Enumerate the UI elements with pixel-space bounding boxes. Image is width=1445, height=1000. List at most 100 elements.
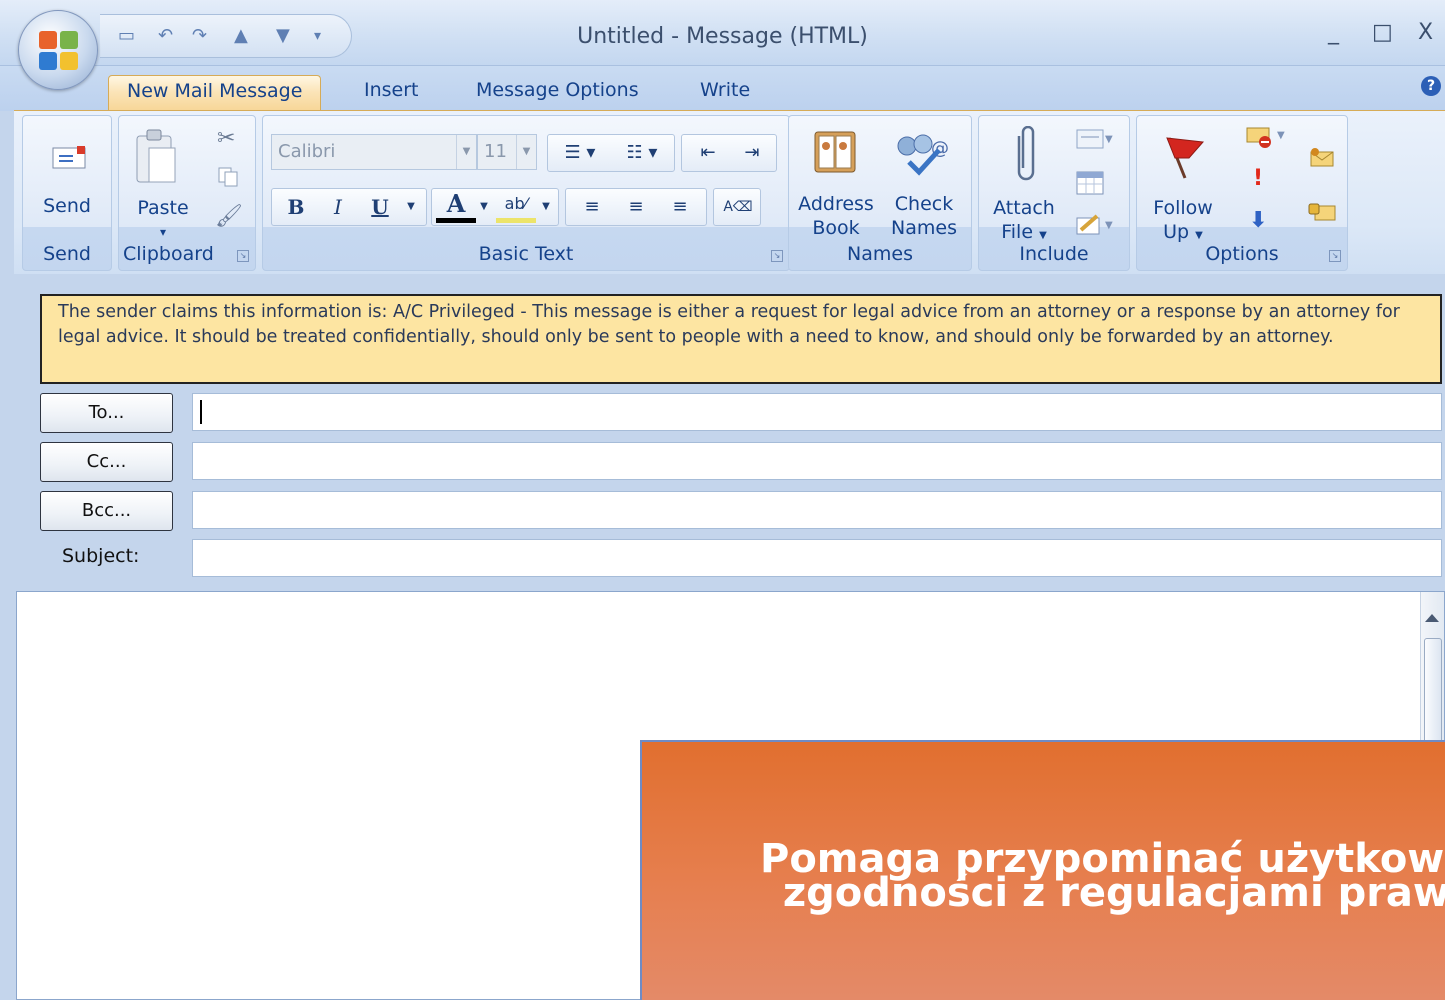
format-painter-icon[interactable]: 🖌	[215, 204, 243, 229]
text-caret	[200, 400, 202, 424]
copy-icon[interactable]	[217, 166, 239, 188]
check-names-button[interactable]: Check Names	[883, 192, 965, 240]
font-color-button[interactable]: A	[436, 189, 476, 223]
signature-icon[interactable]: ▼	[1075, 212, 1119, 238]
check-names-label-line2: Names	[891, 217, 957, 239]
check-names-label-line1: Check	[894, 193, 954, 215]
basic-text-dialog-launcher-icon[interactable]: ↘	[771, 250, 783, 262]
chevron-down-icon: ▼	[456, 135, 476, 169]
tab-insert[interactable]: Insert	[346, 75, 437, 111]
basic-text-group-label: Basic Text	[478, 243, 574, 265]
send-button[interactable]: Send	[23, 194, 111, 218]
svg-text:▼: ▼	[1277, 130, 1285, 141]
minimize-button[interactable]: _	[1328, 22, 1339, 44]
font-style-buttons: B I U ▼	[271, 188, 427, 226]
chevron-down-icon[interactable]: ▼	[538, 189, 554, 225]
align-center-icon[interactable]: ≡	[616, 189, 656, 225]
window-title: Untitled - Message (HTML)	[577, 24, 868, 49]
info-bar: The sender claims this information is: A…	[40, 294, 1442, 384]
chevron-down-icon[interactable]: ▼	[476, 189, 492, 225]
bcc-button[interactable]: Bcc...	[40, 491, 173, 531]
svg-text:▼: ▼	[1105, 220, 1113, 231]
list-buttons: ☰ ▾ ☷ ▾	[547, 134, 675, 172]
include-group: Attach File ▼ ▼ ▼ Include	[978, 115, 1130, 271]
alignment-buttons: ≡ ≡ ≡	[565, 188, 707, 226]
sign-message-icon[interactable]	[1307, 146, 1337, 170]
align-right-icon[interactable]: ≡	[660, 189, 700, 225]
check-names-icon[interactable]: @	[893, 128, 951, 176]
send-icon[interactable]	[51, 144, 87, 172]
font-name-value: Calibri	[278, 141, 336, 162]
decrease-indent-icon[interactable]: ⇤	[688, 135, 728, 171]
clipboard-dialog-launcher-icon[interactable]: ↘	[237, 250, 249, 262]
bullets-icon[interactable]: ☰ ▾	[554, 135, 606, 171]
options-dialog-launcher-icon[interactable]: ↘	[1329, 250, 1341, 262]
paste-button[interactable]: Paste	[125, 196, 201, 220]
indent-buttons: ⇤ ⇥	[681, 134, 777, 172]
address-book-icon[interactable]	[811, 128, 859, 176]
permission-icon[interactable]: ▼	[1245, 124, 1289, 150]
chevron-down-icon[interactable]: ▼	[400, 189, 422, 225]
bold-button[interactable]: B	[276, 189, 316, 225]
options-group-label: Options	[1205, 243, 1279, 265]
title-bar: ▭ ↶ ↷ ▲ ▼ ▾ Untitled - Message (HTML) _ …	[0, 0, 1445, 66]
clipboard-group-label: Clipboard	[123, 243, 214, 265]
paste-icon[interactable]	[135, 126, 179, 188]
low-importance-icon[interactable]: ⬇	[1249, 208, 1267, 233]
clear-formatting-icon[interactable]: A⌫	[718, 189, 758, 225]
caption-text: Pomaga przypominać użytkown zgodności z …	[760, 839, 1445, 916]
maximize-button[interactable]: □	[1372, 22, 1393, 44]
scroll-up-icon[interactable]	[1425, 614, 1439, 622]
bcc-field[interactable]	[192, 491, 1442, 529]
clipboard-group: Paste ▾ ✂ 🖌 Clipboard ↘	[118, 115, 256, 271]
encrypt-message-icon[interactable]	[1307, 198, 1337, 222]
attach-item-icon[interactable]: ▼	[1075, 128, 1115, 150]
cc-button[interactable]: Cc...	[40, 442, 173, 482]
basic-text-group: Calibri ▼ 11 ▼ ☰ ▾ ☷ ▾ ⇤ ⇥ B I U ▼ A ▼ a…	[262, 115, 790, 271]
font-size-value: 11	[484, 141, 507, 162]
ribbon-tabs: New Mail Message Insert Message Options …	[0, 66, 1445, 111]
names-group-label: Names	[847, 243, 913, 265]
send-group-label: Send	[43, 243, 91, 265]
follow-up-flag-icon[interactable]	[1155, 132, 1211, 182]
align-left-icon[interactable]: ≡	[572, 189, 612, 225]
subject-field[interactable]	[192, 539, 1442, 577]
subject-label: Subject:	[62, 545, 140, 567]
underline-button[interactable]: U	[360, 189, 400, 225]
office-button[interactable]	[18, 10, 98, 90]
caption-overlay: Pomaga przypominać użytkown zgodności z …	[640, 740, 1445, 1000]
chevron-down-icon: ▼	[516, 135, 536, 169]
svg-text:▼: ▼	[1105, 134, 1113, 145]
caption-line-2: zgodności z regulacjami praw	[782, 870, 1445, 916]
address-book-label-line1: Address	[798, 193, 874, 215]
close-button[interactable]: X	[1418, 22, 1433, 44]
italic-button[interactable]: I	[318, 189, 358, 225]
attach-file-label-line1: Attach	[993, 197, 1055, 219]
ribbon: Send Send Paste ▾ ✂ 🖌 Clipboard ↘ Calibr…	[14, 110, 1445, 274]
tab-new-mail-message[interactable]: New Mail Message	[108, 75, 322, 111]
include-group-label: Include	[1019, 243, 1089, 265]
high-importance-icon[interactable]: !	[1253, 166, 1263, 191]
attach-file-icon[interactable]	[1009, 125, 1039, 190]
numbering-icon[interactable]: ☷ ▾	[614, 135, 670, 171]
color-buttons: A ▼ ab⁄ ▼	[431, 188, 559, 226]
address-book-label-line2: Book	[812, 217, 860, 239]
increase-indent-icon[interactable]: ⇥	[732, 135, 772, 171]
address-book-button[interactable]: Address Book	[793, 192, 879, 240]
font-size-combo[interactable]: 11 ▼	[477, 134, 537, 170]
names-group: @ Address Book Check Names Names	[788, 115, 972, 271]
to-field[interactable]	[192, 393, 1442, 431]
tab-write[interactable]: Write	[682, 75, 768, 111]
tab-message-options[interactable]: Message Options	[458, 75, 657, 111]
follow-up-label-line1: Follow	[1153, 197, 1213, 219]
office-logo-icon	[39, 31, 79, 71]
calendar-icon[interactable]	[1075, 170, 1105, 196]
font-name-combo[interactable]: Calibri ▼	[271, 134, 477, 170]
cut-icon[interactable]: ✂	[217, 126, 235, 151]
send-group: Send Send	[22, 115, 112, 271]
help-icon[interactable]: ?	[1421, 76, 1441, 96]
cc-field[interactable]	[192, 442, 1442, 480]
to-button[interactable]: To...	[40, 393, 173, 433]
highlight-icon[interactable]: ab⁄	[496, 189, 536, 223]
options-group: Follow Up ▼ ▼ ! ⬇ Options ↘	[1136, 115, 1348, 271]
